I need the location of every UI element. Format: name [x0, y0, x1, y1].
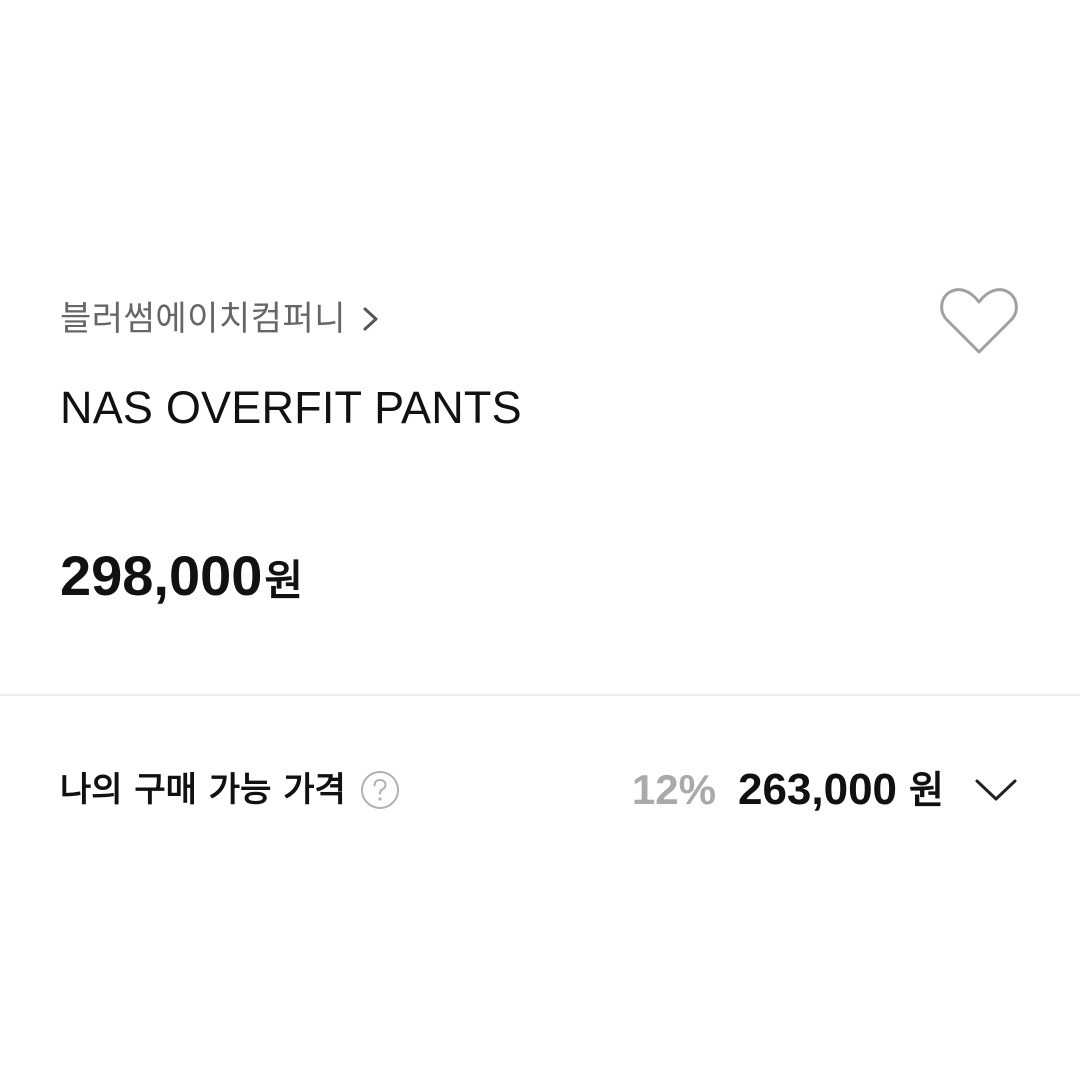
price-value: 298,000	[60, 544, 263, 607]
brand-link[interactable]: 블러썸에이치컴퍼니	[60, 292, 382, 346]
heart-outline-icon	[940, 288, 1018, 354]
chevron-right-icon	[363, 307, 378, 331]
product-price: 298,000 원	[60, 548, 303, 604]
price-unit: 원	[264, 556, 304, 605]
my-price-label: 나의 구매 가능 가격	[60, 770, 346, 810]
discount-price-unit: 원	[909, 768, 944, 812]
section-divider	[0, 694, 1080, 696]
my-price-label-group: 나의 구매 가능 가격	[60, 762, 400, 818]
chevron-down-icon	[975, 779, 1017, 801]
question-circle-icon[interactable]	[360, 770, 400, 810]
discount-price: 263,000	[737, 765, 898, 814]
brand-name: 블러썸에이치컴퍼니	[60, 299, 347, 339]
like-button[interactable]	[938, 284, 1020, 360]
my-price-toggle[interactable]: 12% 263,000 원	[632, 760, 1018, 820]
discount-rate: 12%	[631, 766, 716, 813]
product-name: NAS OVERFIT PANTS	[60, 382, 522, 433]
